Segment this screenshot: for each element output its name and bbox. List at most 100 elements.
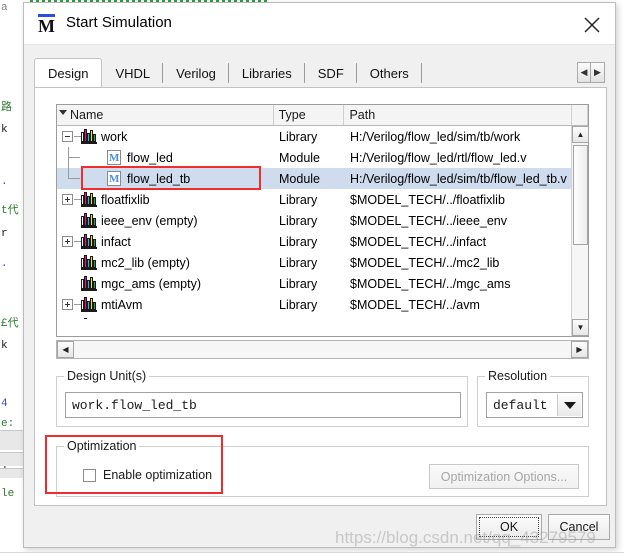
background-code-fragment: 路 [1,102,12,114]
tree-row-path: $MODEL_TECH/../mgc_ams [350,276,511,291]
tree-row[interactable]: mtiOvm Library$MODEL_TECH/../ovm-2.1.2 [57,315,588,319]
tree-connector [68,157,80,158]
background-code-fragment: . [1,258,8,270]
column-header-path[interactable]: Path [344,105,573,125]
tree-row-type: Library [279,234,318,249]
tree-row-path: H:/Verilog/flow_led/sim/tb/work [350,129,521,144]
tab-scroll-left-icon[interactable]: ◀ [577,62,591,83]
expand-icon[interactable] [62,194,73,205]
tree-row[interactable]: mtiAvm Library $MODEL_TECH/../avm [57,294,588,315]
tree-row-type: Library [279,255,318,270]
scroll-up-icon[interactable]: ▲ [572,126,589,143]
resolution-value: default [493,397,548,413]
tree-column-headers: Name Type Path [57,105,589,126]
background-code-fragment: £代 [1,318,19,330]
tree-rows: work Library H:/Verilog/flow_led/sim/tb/wo… [57,126,588,319]
tab-label: Design [48,66,89,81]
tab-others[interactable]: Others [356,58,422,88]
tree-row-type: Library [279,213,318,228]
tree-row[interactable]: infact Library $MODEL_TECH/../infact [57,231,588,252]
design-unit-group: Design Unit(s) work.flow_led_tb [56,369,468,427]
optimization-group: Optimization Enable optimization Optimiz… [56,439,589,497]
tree-horizontal-scrollbar[interactable]: ◀ ▶ [56,340,589,359]
vertical-scroll-thumb[interactable] [573,145,588,245]
tree-row-path: $MODEL_TECH/../avm [350,297,480,312]
logo-letter: M [38,16,55,36]
sort-indicator-icon [59,110,67,115]
tree-row-path: $MODEL_TECH/../mc2_lib [350,255,500,270]
tab-vhdl[interactable]: VHDL [102,58,164,88]
background-code-fragment: le [1,488,15,500]
scroll-left-icon[interactable]: ◀ [57,341,74,358]
column-header-label: Name [70,108,104,122]
tree-row-path: $MODEL_TECH/../infact [350,234,487,249]
tab-design[interactable]: Design [34,58,103,89]
tree-row[interactable]: Mflow_led Module H:/Verilog/flow_led/rtl/f… [57,147,588,168]
close-glyph [584,17,600,33]
library-icon [81,234,97,249]
tree-row-path: $MODEL_TECH/../floatfixlib [350,192,505,207]
tree-row-type: Library [274,315,345,320]
tree-row-name-cell: work [57,126,274,147]
scroll-down-icon[interactable]: ▼ [572,319,589,336]
background-code-fragment: . [1,176,8,188]
tree-row-name-cell: mtiAvm [57,294,274,315]
design-unit-input[interactable]: work.flow_led_tb [65,392,461,418]
tree-row[interactable]: work Library H:/Verilog/flow_led/sim/tb/wo… [57,126,588,147]
tree-row-name: flow_led [127,150,173,165]
tree-row-name-cell: mtiOvm [57,315,274,319]
tree-row-type: Library [279,276,318,291]
column-header-type[interactable]: Type [273,105,345,125]
expand-icon[interactable] [62,236,73,247]
tab-scroll-right-icon[interactable]: ▶ [591,62,605,83]
chevron-down-icon[interactable] [557,394,581,416]
resolution-select[interactable]: default [486,392,583,418]
tree-row-name: mgc_ams (empty) [101,276,202,291]
resolution-group: Resolution default [477,369,589,427]
tree-row[interactable]: mc2_lib (empty) Library $MODEL_TECH/../mc2… [57,252,588,273]
design-tree-listbox[interactable]: Name Type Path work Library H:/Verilog/flow_… [56,104,589,337]
tab-strip: Design VHDL Verilog Libraries SDF Others ◀ ▶ [34,58,607,89]
start-simulation-dialog: M Start Simulation Design VHDL Verilog Libr… [23,2,616,548]
enable-optimization-checkbox[interactable] [83,469,96,482]
column-header-name[interactable]: Name [57,105,274,125]
tab-label: Verilog [176,65,216,81]
background-code-fragment: k [1,124,8,136]
tree-row-type: Library [279,297,318,312]
tree-row[interactable]: Mflow_led_tb Module H:/Verilog/flow_led/si… [57,168,588,189]
tab-sdf[interactable]: SDF [304,58,357,88]
tree-row[interactable]: ieee_env (empty) Library $MODEL_TECH/../ie… [57,210,588,231]
tree-row-path: H:/Verilog/flow_led/rtl/flow_led.v [350,150,527,165]
tree-vertical-scrollbar[interactable]: ▲ ▼ [571,126,589,336]
tree-row-name-cell: Mflow_led [57,147,274,168]
tree-row-type: Module [279,150,320,165]
tab-label: VHDL [115,65,151,81]
tree-row-name: flow_led_tb [127,171,191,186]
tree-row[interactable]: floatfixlib Library $MODEL_TECH/../floatfi… [57,189,588,210]
tree-row-name: infact [101,234,131,249]
tree-row-name: floatfixlib [101,192,150,207]
tree-row-path: H:/Verilog/flow_led/sim/tb/flow_led_tb.v [350,171,567,186]
tab-verilog[interactable]: Verilog [163,58,229,88]
tree-row-name-cell: floatfixlib [57,189,274,210]
tree-connector [74,304,81,305]
collapse-icon[interactable] [62,131,73,142]
library-icon [81,129,97,144]
module-icon: M [107,171,121,186]
background-code-fragment: 4 [1,398,8,410]
scroll-right-icon[interactable]: ▶ [571,341,588,358]
tree-row[interactable]: mgc_ams (empty) Library $MODEL_TECH/../mgc… [57,273,588,294]
background-code-fragment: k [1,340,8,352]
background-code-fragment: t代 [1,205,19,217]
tree-connector [74,241,81,242]
tree-row-name: ieee_env (empty) [101,213,198,228]
tree-row-name: mc2_lib (empty) [101,255,190,270]
tree-row-name-cell: mc2_lib (empty) [57,252,274,273]
tab-libraries[interactable]: Libraries [228,58,305,88]
column-header-spacer [572,105,589,125]
expand-icon[interactable] [62,299,73,310]
library-icon [81,276,97,291]
design-unit-legend: Design Unit(s) [64,369,150,383]
optimization-options-button[interactable]: Optimization Options... [429,464,579,489]
close-icon[interactable] [569,3,615,44]
